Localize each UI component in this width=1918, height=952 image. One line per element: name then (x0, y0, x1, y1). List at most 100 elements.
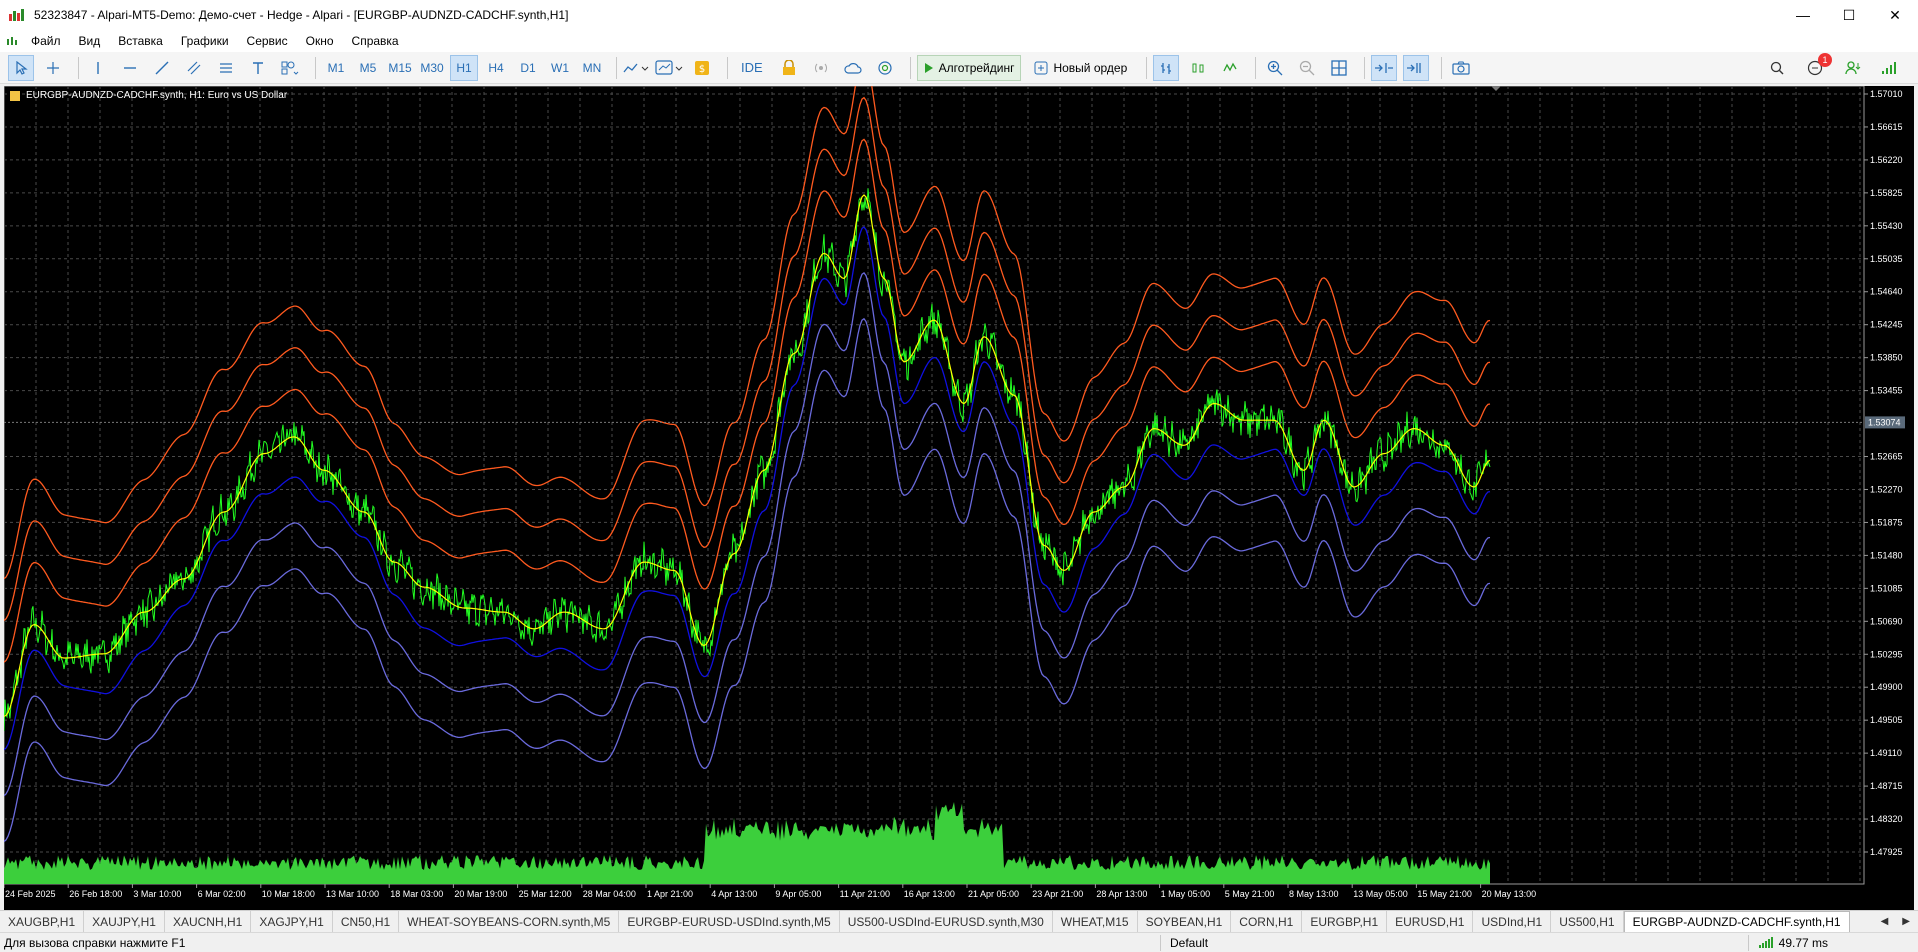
autoscroll-button[interactable] (1371, 54, 1398, 81)
status-profile[interactable]: Default (1170, 936, 1208, 950)
fibonacci-button[interactable] (213, 55, 239, 81)
timeframe-d1-button[interactable]: D1 (514, 55, 542, 81)
maximize-button[interactable]: ☐ (1826, 0, 1872, 30)
chart-tab[interactable]: EURGBP-AUDNZD-CADCHF.synth,H1 (1623, 910, 1850, 933)
chart-tab[interactable]: EURGBP-EURUSD-USDInd.synth,M5 (619, 911, 840, 932)
price-tick-label: 1.52270 (1870, 484, 1903, 494)
chart-tab[interactable]: US500,H1 (1551, 911, 1624, 932)
line-chart-button[interactable] (1217, 55, 1243, 81)
chart-tab[interactable]: EURUSD,H1 (1387, 911, 1474, 932)
timeframe-m15-button[interactable]: M15 (386, 55, 414, 81)
crosshair-tool-button[interactable] (40, 55, 66, 81)
tab-scroll-left-icon[interactable]: ◀ (1881, 916, 1889, 927)
chart-tab[interactable]: US500-USDInd-EURUSD.synth,M30 (840, 911, 1053, 932)
chart-tab[interactable]: USDInd,H1 (1473, 911, 1552, 932)
timeframe-h4-button[interactable]: H4 (482, 55, 510, 81)
timeframe-m1-button[interactable]: M1 (322, 55, 350, 81)
time-tick-label: 20 Mar 19:00 (454, 889, 507, 899)
templates-button[interactable] (655, 55, 683, 81)
chart-shift-button[interactable] (1403, 54, 1430, 81)
chart-tab[interactable]: WHEAT,M15 (1053, 911, 1138, 932)
chart-tab[interactable]: EURGBP,H1 (1302, 911, 1388, 932)
tile-windows-button[interactable] (1326, 55, 1352, 81)
time-tick-label: 8 May 13:00 (1289, 889, 1339, 899)
status-connection[interactable]: 49.77 ms (1758, 935, 1828, 950)
chart-tab[interactable]: XAUGBP,H1 (0, 911, 85, 932)
price-tick-label: 1.55430 (1870, 221, 1903, 231)
toolbar-separator (1441, 56, 1443, 79)
price-tick-label: 1.57010 (1870, 89, 1903, 99)
plot-frame (4, 86, 1865, 885)
bars-icon (1161, 62, 1172, 74)
time-tick-label: 18 Mar 03:00 (390, 889, 443, 899)
timeframe-mn-button[interactable]: MN (578, 55, 606, 81)
chart-tab[interactable]: XAGJPY,H1 (251, 911, 333, 932)
close-button[interactable]: ✕ (1872, 0, 1918, 30)
menu-view[interactable]: Вид (70, 34, 110, 48)
menu-tools[interactable]: Сервис (238, 34, 297, 48)
minimize-button[interactable]: — (1780, 0, 1826, 30)
vps-button[interactable] (840, 55, 866, 81)
signals-button[interactable] (808, 55, 834, 81)
indicators-button[interactable] (623, 55, 649, 81)
vertical-line-button[interactable] (85, 55, 111, 81)
lock-button[interactable] (776, 55, 802, 81)
market-button[interactable]: $ (689, 55, 715, 81)
price-chart[interactable]: 1.57010 1.56615 1.56220 1.55825 1.55430 1.550… (4, 86, 1914, 910)
timeframe-m30-button[interactable]: M30 (418, 55, 446, 81)
text-tool-button[interactable] (245, 55, 271, 81)
price-tick-label: 1.56220 (1870, 155, 1903, 165)
ping-value: 49.77 ms (1778, 935, 1828, 950)
shapes-button[interactable] (277, 55, 303, 81)
price-tick-label: 1.52665 (1870, 452, 1903, 462)
fibonacci-icon (220, 62, 232, 73)
chart-grid (4, 86, 1865, 885)
zoom-in-button[interactable] (1262, 55, 1288, 81)
bar-chart-button[interactable] (1153, 54, 1180, 81)
account-button[interactable] (1840, 55, 1866, 81)
menu-file[interactable]: Файл (22, 34, 70, 48)
new-order-icon (1034, 61, 1048, 74)
toolbar-separator (616, 56, 617, 79)
menu-charts[interactable]: Графики (172, 34, 238, 48)
chart-tab[interactable]: WHEAT-SOYBEANS-CORN.synth,M5 (399, 911, 620, 932)
chart-tab[interactable]: CORN,H1 (1231, 911, 1303, 932)
new-order-label: Новый ордер (1053, 60, 1128, 75)
price-tick-label: 1.55825 (1870, 188, 1903, 198)
timeframe-m5-button[interactable]: M5 (354, 55, 382, 81)
chart-tab[interactable]: XAUCNH,H1 (165, 911, 252, 932)
app-menu-icon[interactable] (6, 35, 22, 47)
status-divider (1160, 935, 1161, 951)
price-tick-label: 1.51875 (1870, 517, 1903, 527)
indicator-chart-icon (623, 63, 649, 72)
community-button[interactable] (872, 55, 898, 81)
chart-tab[interactable]: SOYBEAN,H1 (1138, 911, 1232, 932)
timeframe-w1-button[interactable]: W1 (546, 55, 574, 81)
time-tick-label: 21 Apr 05:00 (968, 889, 1019, 899)
menu-help[interactable]: Справка (343, 34, 408, 48)
tab-scroll-right-icon[interactable]: ▶ (1902, 916, 1910, 927)
ide-button[interactable]: IDE (734, 55, 770, 81)
notifications-button[interactable]: 1 (1802, 53, 1832, 81)
toolbar-separator (1255, 56, 1257, 79)
channel-icon (187, 61, 201, 74)
new-order-button[interactable]: Новый ордер (1027, 55, 1134, 81)
timeframe-h1-button[interactable]: H1 (450, 54, 478, 81)
candles-button[interactable] (1185, 55, 1211, 81)
search-button[interactable] (1764, 55, 1790, 81)
signal-strength-icon (1882, 62, 1896, 74)
horizontal-line-button[interactable] (117, 55, 143, 81)
chart-tab[interactable]: CN50,H1 (333, 911, 400, 932)
chart-area[interactable]: 1.57010 1.56615 1.56220 1.55825 1.55430 1.550… (4, 86, 1914, 910)
chart-tab[interactable]: XAUJPY,H1 (84, 911, 165, 932)
channel-button[interactable] (181, 55, 207, 81)
toolbar-separator (909, 56, 911, 79)
zoom-out-button[interactable] (1294, 55, 1320, 81)
screenshot-button[interactable] (1448, 55, 1474, 81)
algo-trading-button[interactable]: Алготрейдинг (916, 54, 1022, 81)
signal-strength-button[interactable] (1876, 55, 1902, 81)
cursor-tool-button[interactable] (8, 54, 34, 81)
menu-window[interactable]: Окно (297, 34, 343, 48)
trendline-button[interactable] (149, 55, 175, 81)
menu-insert[interactable]: Вставка (109, 34, 172, 48)
